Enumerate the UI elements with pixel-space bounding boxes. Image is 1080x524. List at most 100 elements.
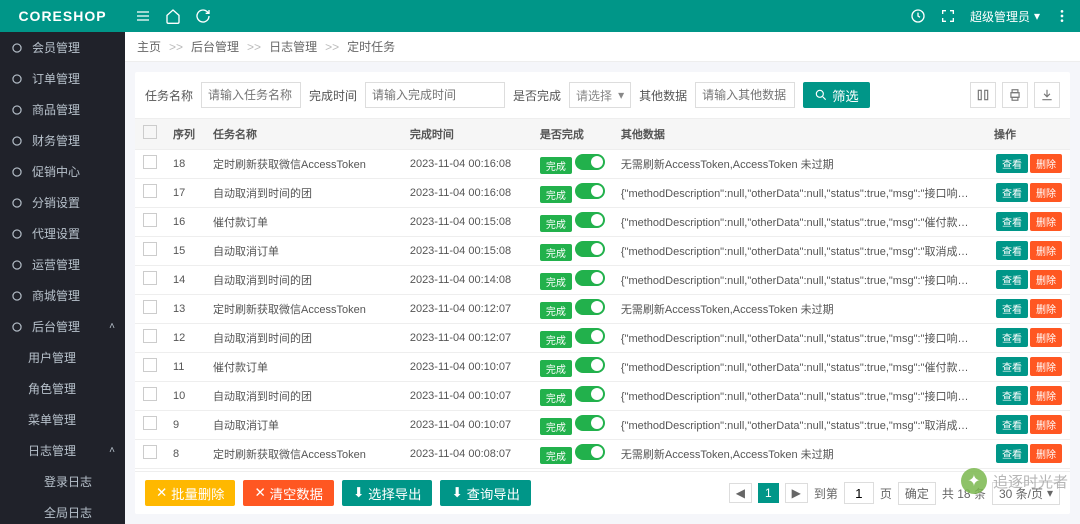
sidebar-item[interactable]: 菜单管理: [0, 404, 125, 435]
view-button[interactable]: 查看: [996, 415, 1028, 434]
filter-taskname-input[interactable]: [201, 82, 301, 108]
done-toggle[interactable]: [575, 328, 605, 344]
sidebar-item[interactable]: 登录日志: [0, 466, 125, 497]
menu-toggle-icon[interactable]: [135, 8, 151, 24]
sidebar-item[interactable]: 代理设置: [0, 218, 125, 249]
sidebar-item[interactable]: 促销中心: [0, 156, 125, 187]
done-toggle[interactable]: [575, 212, 605, 228]
delete-button[interactable]: 删除: [1030, 444, 1062, 463]
view-button[interactable]: 查看: [996, 154, 1028, 173]
done-toggle[interactable]: [575, 183, 605, 199]
page-go[interactable]: 确定: [898, 482, 936, 505]
delete-button[interactable]: 删除: [1030, 328, 1062, 347]
cell-data: {"methodDescription":null,"otherData":nu…: [613, 178, 986, 207]
batch-delete-button[interactable]: ✕ 批量删除: [145, 480, 235, 506]
fullscreen-icon[interactable]: [940, 8, 956, 24]
sidebar-item[interactable]: 后台管理˄: [0, 311, 125, 342]
delete-button[interactable]: 删除: [1030, 386, 1062, 405]
row-checkbox[interactable]: [143, 387, 157, 401]
sidebar-item[interactable]: 财务管理: [0, 125, 125, 156]
delete-button[interactable]: 删除: [1030, 270, 1062, 289]
delete-button[interactable]: 删除: [1030, 299, 1062, 318]
row-checkbox[interactable]: [143, 155, 157, 169]
sidebar-item[interactable]: 日志管理˄: [0, 435, 125, 466]
sidebar-item[interactable]: 订单管理: [0, 63, 125, 94]
delete-button[interactable]: 删除: [1030, 212, 1062, 231]
filter-time-input[interactable]: [365, 82, 505, 108]
select-export-button[interactable]: ⬇ 选择导出: [342, 480, 432, 506]
page-input[interactable]: [844, 482, 874, 504]
done-toggle[interactable]: [575, 299, 605, 315]
user-menu[interactable]: 超级管理员 ▾: [970, 8, 1040, 25]
search-button[interactable]: 筛选: [803, 82, 870, 108]
sidebar-item[interactable]: 商品管理: [0, 94, 125, 125]
page-size-select[interactable]: 30 条/页 ▾: [992, 482, 1060, 505]
filter-done-select[interactable]: 请选择▾: [569, 82, 631, 108]
sidebar-item[interactable]: 分销设置: [0, 187, 125, 218]
sidebar-nav: 会员管理订单管理商品管理财务管理促销中心分销设置代理设置运营管理商城管理后台管理…: [0, 32, 125, 524]
sidebar-item[interactable]: 会员管理: [0, 32, 125, 63]
done-toggle[interactable]: [575, 241, 605, 257]
print-icon[interactable]: [1002, 82, 1028, 108]
view-button[interactable]: 查看: [996, 241, 1028, 260]
doc-icon: [10, 72, 26, 86]
sidebar-item[interactable]: 运营管理: [0, 249, 125, 280]
breadcrumb-item[interactable]: 主页: [137, 38, 161, 55]
view-button[interactable]: 查看: [996, 444, 1028, 463]
home-icon[interactable]: [165, 8, 181, 24]
filter-other-input[interactable]: [695, 82, 795, 108]
refresh-icon[interactable]: [195, 8, 211, 24]
sidebar-item[interactable]: 用户管理: [0, 342, 125, 373]
done-toggle[interactable]: [575, 386, 605, 402]
done-toggle[interactable]: [575, 154, 605, 170]
row-checkbox[interactable]: [143, 242, 157, 256]
row-checkbox[interactable]: [143, 184, 157, 198]
view-button[interactable]: 查看: [996, 357, 1028, 376]
done-toggle[interactable]: [575, 444, 605, 460]
delete-button[interactable]: 删除: [1030, 415, 1062, 434]
select-all-checkbox[interactable]: [143, 125, 157, 139]
row-checkbox[interactable]: [143, 416, 157, 430]
breadcrumb-item[interactable]: 后台管理: [191, 38, 239, 55]
notification-icon[interactable]: [910, 8, 926, 24]
chevron-down-icon: ▾: [618, 88, 624, 102]
delete-button[interactable]: 删除: [1030, 183, 1062, 202]
view-button[interactable]: 查看: [996, 299, 1028, 318]
row-checkbox[interactable]: [143, 358, 157, 372]
cell-name: 定时刷新获取微信AccessToken: [205, 149, 402, 178]
delete-button[interactable]: 删除: [1030, 241, 1062, 260]
page-current[interactable]: 1: [758, 483, 779, 503]
done-toggle[interactable]: [575, 270, 605, 286]
row-checkbox[interactable]: [143, 300, 157, 314]
row-checkbox[interactable]: [143, 213, 157, 227]
done-tag: 完成: [540, 186, 572, 203]
breadcrumb-item[interactable]: 日志管理: [269, 38, 317, 55]
done-tag: 完成: [540, 273, 572, 290]
row-checkbox[interactable]: [143, 445, 157, 459]
col-done: 是否完成: [532, 119, 613, 149]
cell-data: {"methodDescription":null,"otherData":nu…: [613, 381, 986, 410]
columns-icon[interactable]: [970, 82, 996, 108]
done-toggle[interactable]: [575, 415, 605, 431]
row-checkbox[interactable]: [143, 329, 157, 343]
cell-time: 2023-11-04 00:16:08: [402, 178, 532, 207]
sidebar-item[interactable]: 商城管理: [0, 280, 125, 311]
sidebar-item[interactable]: 角色管理: [0, 373, 125, 404]
page-next[interactable]: ▶: [785, 483, 808, 503]
view-button[interactable]: 查看: [996, 212, 1028, 231]
export-icon[interactable]: [1034, 82, 1060, 108]
sidebar-item[interactable]: 全局日志: [0, 497, 125, 524]
empty-button[interactable]: ✕ 清空数据: [243, 480, 333, 506]
query-export-button[interactable]: ⬇ 查询导出: [440, 480, 530, 506]
col-op: 操作: [986, 119, 1070, 149]
page-prev[interactable]: ◀: [729, 483, 752, 503]
row-checkbox[interactable]: [143, 271, 157, 285]
view-button[interactable]: 查看: [996, 183, 1028, 202]
delete-button[interactable]: 删除: [1030, 154, 1062, 173]
delete-button[interactable]: 删除: [1030, 357, 1062, 376]
view-button[interactable]: 查看: [996, 328, 1028, 347]
view-button[interactable]: 查看: [996, 270, 1028, 289]
view-button[interactable]: 查看: [996, 386, 1028, 405]
more-icon[interactable]: [1054, 8, 1070, 24]
done-toggle[interactable]: [575, 357, 605, 373]
